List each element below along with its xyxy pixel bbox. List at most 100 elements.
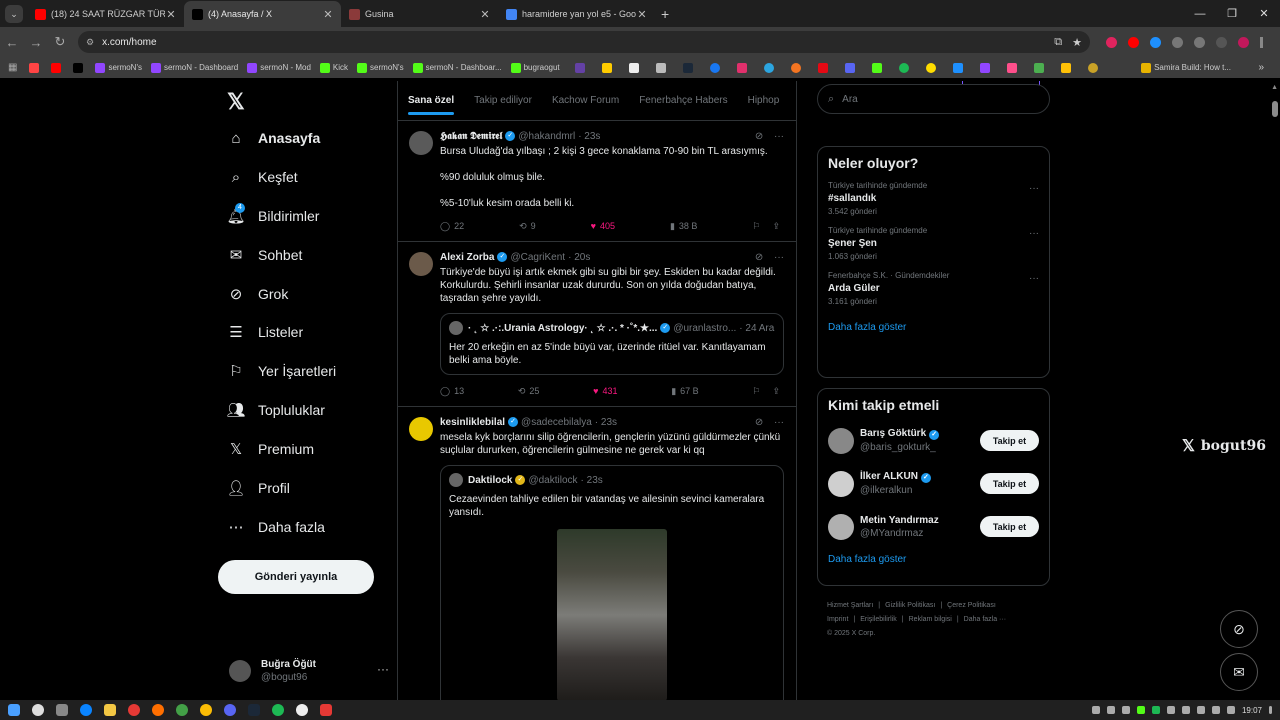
app-icon[interactable]: [128, 704, 140, 716]
tray-icon[interactable]: [1091, 706, 1100, 714]
quoted-tweet[interactable]: · ˛ ☆ .·:.Urania Astrology· ˛ ☆ .·. * ·˚…: [440, 313, 784, 375]
more-icon[interactable]: ···: [774, 417, 784, 428]
address-bar[interactable]: ⚙ x.com/home ⧉ ★: [78, 31, 1090, 53]
apps-grid-icon[interactable]: ▦: [8, 62, 17, 73]
bookmark-item[interactable]: [73, 62, 86, 73]
trends-show-more-link[interactable]: Daha fazla göster: [818, 312, 1049, 345]
install-icon[interactable]: ⧉: [1054, 36, 1062, 49]
reply-button[interactable]: ◯ 22: [440, 220, 464, 233]
share-icon[interactable]: ⇪: [772, 385, 780, 398]
bookmark-icon[interactable]: [1006, 62, 1017, 73]
bookmark-icon[interactable]: [844, 62, 855, 73]
nav-item-people[interactable]: 👥︎ Topluluklar: [226, 395, 324, 425]
avatar[interactable]: [409, 131, 433, 155]
nav-item-bell[interactable]: 🔔︎ 4 Bildirimler: [226, 201, 319, 231]
footer-link[interactable]: Daha fazla ···: [964, 616, 1006, 623]
bookmark-icon[interactable]: [736, 62, 747, 73]
bookmark-icon[interactable]: [1087, 62, 1098, 73]
like-button[interactable]: ♥ 431: [593, 385, 617, 398]
feed-tab[interactable]: Hiphop: [738, 81, 790, 121]
close-tab-icon[interactable]: ✕: [165, 8, 177, 21]
follow-button[interactable]: Takip et: [980, 430, 1039, 451]
task-view-icon[interactable]: [56, 704, 68, 716]
bookmark-icon[interactable]: [574, 62, 585, 73]
volume-icon[interactable]: [1226, 706, 1235, 714]
tweet[interactable]: Alexi Zorba ✓ @CagriKent · 20s ⊘ ··· Türkiye'…: [398, 242, 796, 407]
tweet-time[interactable]: · 23s: [595, 416, 617, 429]
bookmark-item[interactable]: sermoN - Mod: [247, 62, 311, 73]
bookmark-icon[interactable]: [925, 62, 936, 73]
scrollbar-thumb[interactable]: [1272, 101, 1278, 117]
bookmark-icon[interactable]: ⚐: [752, 220, 760, 233]
tray-icon[interactable]: [1151, 706, 1160, 714]
forward-button[interactable]: →: [24, 35, 48, 50]
account-switcher[interactable]: Buğra Öğüt @bogut96 ···: [229, 654, 389, 688]
spotify-icon[interactable]: [272, 704, 284, 716]
back-button[interactable]: ←: [0, 35, 24, 50]
bookmark-icon[interactable]: ⚐: [752, 385, 760, 398]
reload-button[interactable]: ↻: [48, 34, 72, 50]
new-tab-button[interactable]: +: [661, 6, 669, 22]
quote-video-thumbnail[interactable]: [557, 529, 667, 700]
grok-icon[interactable]: ⊘: [755, 252, 766, 263]
footer-link[interactable]: Imprint: [827, 616, 848, 623]
bookmark-icon[interactable]: [817, 62, 828, 73]
tray-icon[interactable]: [1136, 706, 1145, 714]
repost-button[interactable]: ⟲ 25: [518, 385, 540, 398]
close-tab-icon[interactable]: ✕: [479, 8, 491, 21]
chrome-icon[interactable]: [200, 704, 212, 716]
bookmark-icon[interactable]: [682, 62, 693, 73]
feed-tab[interactable]: Kachow Forum: [542, 81, 629, 121]
more-icon[interactable]: ···: [1029, 273, 1039, 284]
steam-icon[interactable]: [248, 704, 260, 716]
bookmark-icon[interactable]: [1060, 62, 1071, 73]
follow-suggestion[interactable]: İlker ALKUN ✓ @ilkeralkun Takip et: [818, 462, 1049, 505]
maximize-button[interactable]: ❐: [1216, 0, 1248, 27]
bookmark-icon[interactable]: [763, 62, 774, 73]
grok-icon[interactable]: ⊘: [755, 131, 766, 142]
footer-link[interactable]: Gizlilik Politikası: [885, 602, 935, 609]
nav-item-home[interactable]: ⌂ Anasayfa: [227, 123, 320, 153]
reading-list-icon[interactable]: [1194, 36, 1205, 48]
profile-avatar[interactable]: [1238, 36, 1249, 48]
extension-icon[interactable]: [1106, 36, 1117, 48]
bookmark-icon[interactable]: [898, 62, 909, 73]
browser-tab[interactable]: (4) Anasayfa / X ✕: [184, 1, 341, 27]
app-icon[interactable]: [176, 704, 188, 716]
views-button[interactable]: ▮ 38 B: [670, 220, 697, 233]
author-handle[interactable]: @CagriKent: [510, 251, 565, 264]
messages-fab-icon[interactable]: ✉: [1220, 653, 1258, 691]
clock[interactable]: 19:07: [1242, 706, 1262, 715]
footer-link[interactable]: Hizmet Şartları: [827, 602, 873, 609]
more-icon[interactable]: ···: [1029, 228, 1039, 239]
edge-icon[interactable]: [80, 704, 92, 716]
author-handle[interactable]: @sadecebilalya: [521, 416, 592, 429]
share-icon[interactable]: ⇪: [772, 220, 780, 233]
author-name[interactable]: kesinliklebilal: [440, 416, 505, 429]
bookmark-item[interactable]: [29, 62, 42, 73]
x-logo-icon[interactable]: 𝕏: [227, 89, 245, 115]
more-icon[interactable]: ···: [1029, 183, 1039, 194]
more-icon[interactable]: ···: [774, 131, 784, 142]
footer-link[interactable]: Çerez Politikası: [947, 602, 996, 609]
reply-button[interactable]: ◯ 13: [440, 385, 464, 398]
follow-suggestion[interactable]: Barış Göktürk ✓ @baris_gokturk_ Takip et: [818, 419, 1049, 462]
trend-item[interactable]: Türkiye tarihinde gündemde #sallandık 3.54…: [818, 177, 1049, 222]
views-button[interactable]: ▮ 67 B: [671, 385, 698, 398]
tray-icon[interactable]: [1106, 706, 1115, 714]
bookmark-item[interactable]: sermoN's: [357, 62, 404, 73]
nav-item-grok[interactable]: ⊘ Grok: [227, 279, 289, 309]
tray-icon[interactable]: [1166, 706, 1175, 714]
bookmark-star-icon[interactable]: ★: [1072, 36, 1082, 49]
like-button[interactable]: ♥ 405: [591, 220, 615, 233]
extension-icon[interactable]: [1150, 36, 1161, 48]
feed-tab[interactable]: Takip ediliyor: [464, 81, 542, 121]
discord-icon[interactable]: [224, 704, 236, 716]
tweet[interactable]: 𝕳𝖆𝖐𝖆𝖓 𝕯𝖊𝖒𝖎𝖗𝖊𝖑 ✓ @hakandmrl · 23s ⊘ ··· Bursa …: [398, 121, 796, 242]
bookmark-icon[interactable]: [655, 62, 666, 73]
bookmark-icon[interactable]: [601, 62, 612, 73]
nav-item-list[interactable]: ☰ Listeler: [227, 317, 303, 347]
nav-item-bookmark[interactable]: ⚐ Yer İşaretleri: [227, 356, 336, 386]
nav-item-more-circle[interactable]: ⋯ Daha fazla: [227, 512, 325, 542]
more-icon[interactable]: ···: [377, 662, 389, 676]
